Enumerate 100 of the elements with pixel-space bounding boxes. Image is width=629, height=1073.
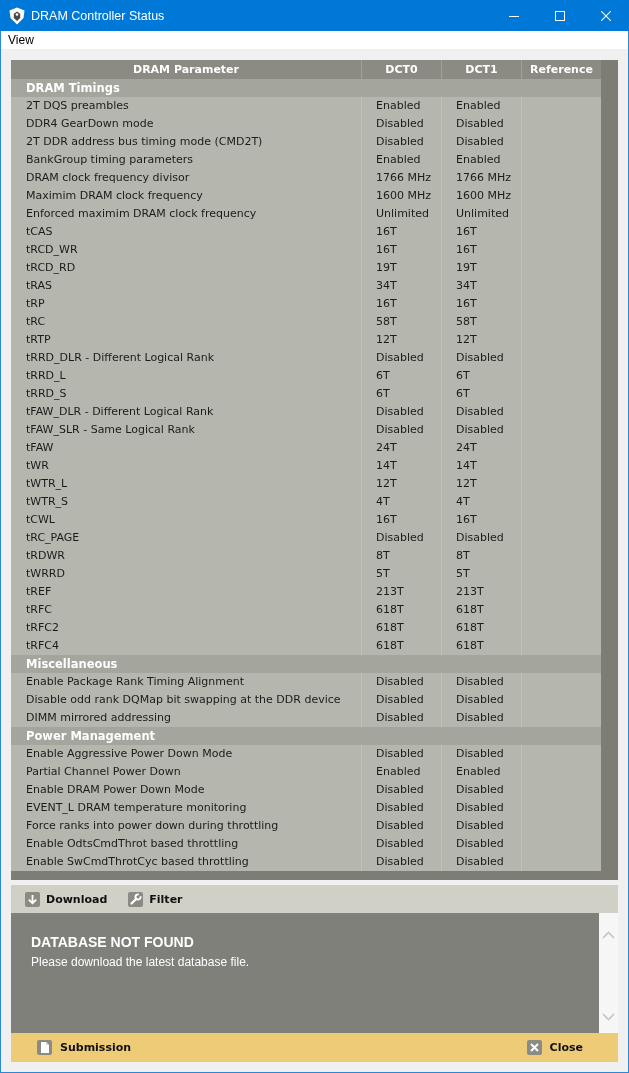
table-cell-text: tCAS — [25, 224, 54, 240]
document-icon — [37, 1040, 52, 1055]
table-cell: Disabled — [441, 835, 521, 853]
table-cell: Disabled — [361, 349, 441, 367]
maximize-icon — [555, 10, 565, 21]
table-cell: 58T — [441, 313, 521, 331]
chevron-up-icon[interactable] — [602, 931, 615, 939]
table-cell: Disabled — [361, 835, 441, 853]
table-cell-text: EVENT_L DRAM temperature monitoring — [25, 800, 248, 816]
window-title: DRAM Controller Status — [31, 8, 165, 23]
table-cell-text: tRAS — [25, 278, 54, 294]
table-cell: 1600 MHz — [361, 187, 441, 205]
table-cell: Enabled — [441, 151, 521, 169]
table-cell-text: Maximim DRAM clock frequency — [25, 188, 204, 204]
table-cell: Disabled — [441, 133, 521, 151]
table-cell-text: Enable SwCmdThrotCyc based throttling — [25, 854, 250, 870]
table-cell: Disabled — [441, 745, 521, 763]
table-cell-text: tRDWR — [25, 548, 66, 564]
table-cell: 16T — [441, 295, 521, 313]
table-cell: 16T — [441, 223, 521, 241]
column-header: DCT0 — [361, 60, 441, 79]
table-cell: 34T — [441, 277, 521, 295]
table-cell-text: DIMM mirrored addressing — [25, 710, 173, 726]
table-cell: Disabled — [361, 403, 441, 421]
download-button[interactable]: Download — [25, 891, 108, 907]
table-cell: 1766 MHz — [441, 169, 521, 187]
table-cell-text: tRRD_L — [25, 368, 67, 384]
table-cell: Disabled — [361, 691, 441, 709]
download-icon — [25, 891, 40, 907]
close-icon — [601, 10, 611, 21]
table-cell: Disabled — [361, 799, 441, 817]
table-cell: 12T — [441, 331, 521, 349]
table-cell: 16T — [361, 511, 441, 529]
table-cell: 16T — [361, 223, 441, 241]
table-cell: 24T — [441, 439, 521, 457]
table-cell: 12T — [361, 475, 441, 493]
table-cell-text: Force ranks into power down during throttling — [25, 818, 280, 834]
table-cell: 6T — [361, 385, 441, 403]
table-cell: Disabled — [361, 133, 441, 151]
table-cell-text: Disable odd rank DQMap bit swapping at the DDR device — [25, 692, 342, 708]
table-cell-text: 2T DDR address bus timing mode (CMD2T) — [25, 134, 264, 150]
table-cell-text: tRC — [25, 314, 47, 330]
table-cell-text: tREF — [25, 584, 53, 600]
submission-button[interactable]: Submission — [37, 1040, 132, 1055]
menu-item[interactable]: View — [8, 33, 34, 47]
table-cell-text: tCWL — [25, 512, 56, 528]
table-cell: 618T — [441, 619, 521, 637]
table-cell: Disabled — [441, 421, 521, 439]
table-cell-text: DRAM clock frequency divisor — [25, 170, 191, 186]
table-cell: Disabled — [441, 799, 521, 817]
table-cell-text: tWRRD — [25, 566, 66, 582]
table-cell: 8T — [441, 547, 521, 565]
table-cell-text: tRRD_DLR - Different Logical Rank — [25, 350, 215, 366]
table-cell-text: tFAW — [25, 440, 55, 456]
table-cell: Disabled — [441, 781, 521, 799]
table-cell: 16T — [441, 511, 521, 529]
table-cell-text: Enable Aggressive Power Down Mode — [25, 746, 234, 762]
section-header: DRAM Timings — [11, 79, 601, 97]
table-cell-text: tRCD_WR — [25, 242, 79, 258]
table-cell: 213T — [361, 583, 441, 601]
table-cell: Unlimited — [441, 205, 521, 223]
close-button[interactable]: Close — [526, 1040, 583, 1055]
table-cell: Disabled — [441, 349, 521, 367]
table-cell-text: tFAW_SLR - Same Logical Rank — [25, 422, 196, 438]
message-title: DATABASE NOT FOUND — [31, 934, 195, 950]
table-cell: 6T — [441, 385, 521, 403]
table-cell: Enabled — [361, 763, 441, 781]
scrollbar[interactable] — [599, 913, 618, 1033]
table-cell-text: Enable OdtsCmdThrot based throttling — [25, 836, 240, 852]
table-cell-text: Enable DRAM Power Down Mode — [25, 782, 206, 798]
table-cell: Disabled — [441, 529, 521, 547]
table-cell: Disabled — [441, 853, 521, 871]
table-cell: Disabled — [361, 115, 441, 133]
table-cell-text: tRFC — [25, 602, 53, 618]
wrench-icon — [128, 891, 144, 907]
table-cell-text: BankGroup timing parameters — [25, 152, 194, 168]
table-cell: 4T — [361, 493, 441, 511]
table-cell: Disabled — [441, 673, 521, 691]
table-cell: Disabled — [361, 745, 441, 763]
table-cell-text: tRCD_RD — [25, 260, 77, 276]
table-cell-text: tRRD_S — [25, 386, 68, 402]
table-cell-text: 2T DQS preambles — [25, 98, 130, 114]
table-cell: Unlimited — [361, 205, 441, 223]
emblem-icon — [8, 6, 26, 25]
table-cell: 58T — [361, 313, 441, 331]
table-cell: Disabled — [441, 115, 521, 133]
table-cell: 12T — [441, 475, 521, 493]
chevron-down-icon[interactable] — [602, 1013, 615, 1021]
table-cell-text: Enforced maximim DRAM clock frequency — [25, 206, 258, 222]
table-cell-text: DDR4 GearDown mode — [25, 116, 155, 132]
table-cell: 4T — [441, 493, 521, 511]
table-cell: Disabled — [441, 691, 521, 709]
table-cell: 5T — [361, 565, 441, 583]
table-cell: 16T — [361, 295, 441, 313]
table-cell-text: tWTR_L — [25, 476, 69, 492]
table-cell-text: tRP — [25, 296, 46, 312]
filter-button[interactable]: Filter — [128, 891, 183, 907]
table-cell-text: tWR — [25, 458, 50, 474]
table-cell-text: tRC_PAGE — [25, 530, 81, 546]
section-header: Miscellaneous — [11, 655, 601, 673]
